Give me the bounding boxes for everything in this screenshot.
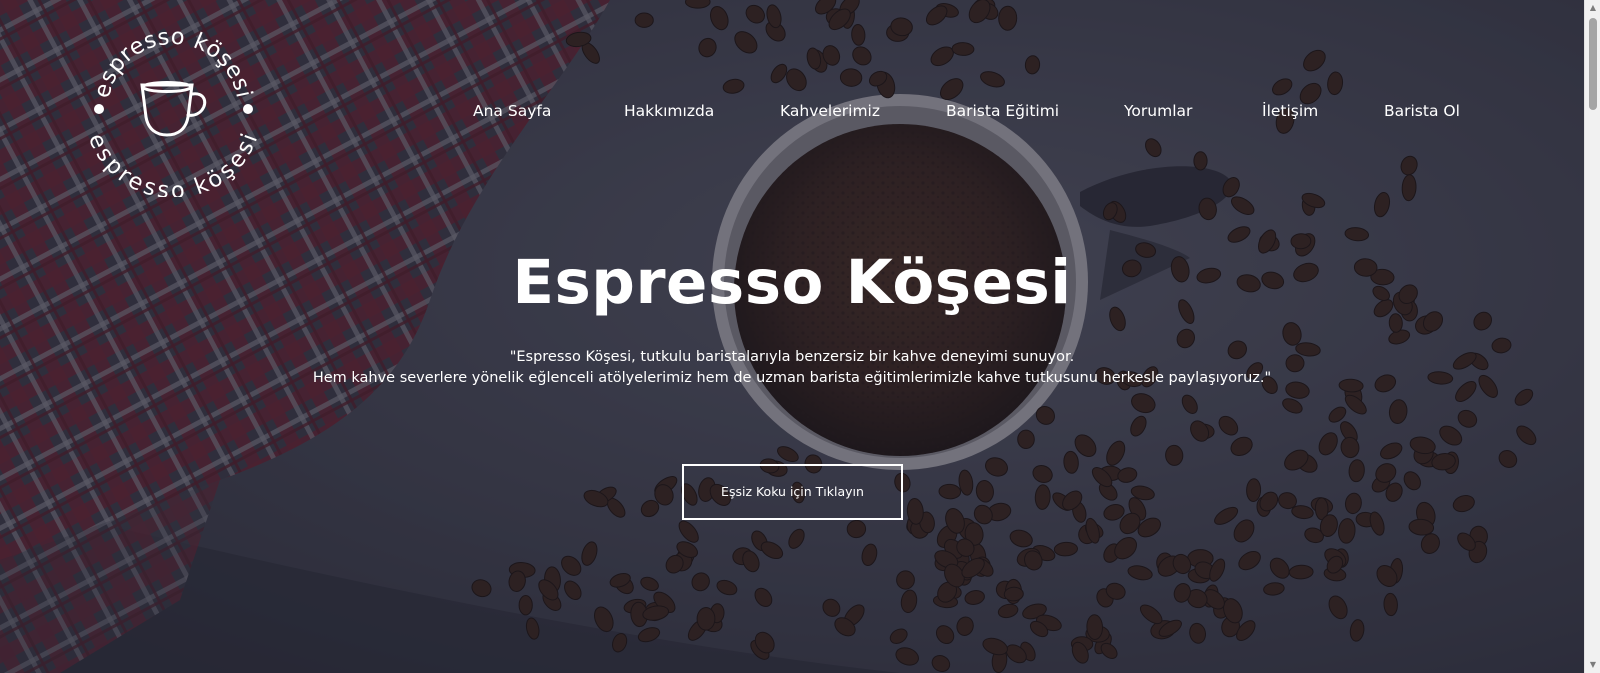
logo-text-top: espresso köşesi <box>89 24 256 101</box>
hero-description: "Espresso Köşesi, tutkulu baristalarıyla… <box>0 347 1584 389</box>
hero-description-line-1: "Espresso Köşesi, tutkulu baristalarıyla… <box>509 349 1075 365</box>
cta-button[interactable]: Eşsiz Koku için Tıklayın <box>682 464 903 520</box>
chevron-down-icon[interactable]: ▼ <box>1585 657 1600 673</box>
page-scrollbar[interactable]: ▲ ▼ <box>1584 0 1600 673</box>
coffee-cup-icon <box>140 81 207 137</box>
logo-text-bottom: espresso köşesi <box>86 130 261 197</box>
logo-dot-left <box>94 104 104 114</box>
nav-link-barista-ol[interactable]: Barista Ol <box>1384 100 1460 122</box>
svg-text:espresso köşesi: espresso köşesi <box>89 24 257 101</box>
nav-link-iletisim[interactable]: İletişim <box>1262 100 1318 122</box>
hero-description-line-2: Hem kahve severlere yönelik eğlenceli at… <box>312 370 1272 386</box>
nav-link-yorumlar[interactable]: Yorumlar <box>1124 100 1192 122</box>
logo-dot-right <box>243 104 253 114</box>
page: espresso köşesi espresso köşesi Ana Sayf… <box>0 0 1600 673</box>
scrollbar-thumb[interactable] <box>1589 18 1597 110</box>
nav-link-hakkimizda[interactable]: Hakkımızda <box>624 100 714 122</box>
hero-title: Espresso Köşesi <box>512 247 1072 318</box>
svg-text:espresso köşesi: espresso köşesi <box>86 130 261 197</box>
nav-link-barista-egitimi[interactable]: Barista Eğitimi <box>946 100 1059 122</box>
nav-link-ana-sayfa[interactable]: Ana Sayfa <box>473 100 551 122</box>
brand-logo[interactable]: espresso köşesi espresso köşesi <box>86 22 261 197</box>
chevron-up-icon[interactable]: ▲ <box>1585 0 1600 16</box>
nav-link-kahvelerimiz[interactable]: Kahvelerimiz <box>780 100 880 122</box>
